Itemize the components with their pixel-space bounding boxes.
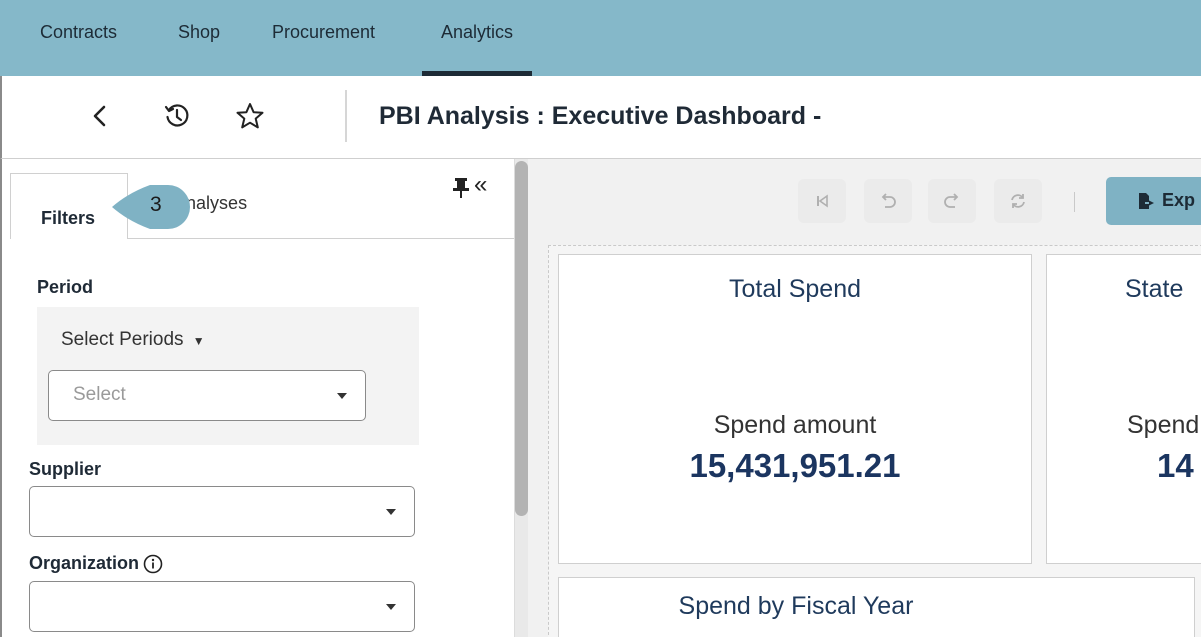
skip-first-icon	[817, 194, 828, 208]
panel-scrollbar-thumb[interactable]	[515, 161, 528, 516]
tabs-divider	[128, 238, 516, 239]
export-label: Exp	[1162, 190, 1196, 210]
chevron-left-icon	[93, 105, 106, 127]
refresh-button[interactable]	[994, 179, 1042, 223]
dashboard-area: Exp Total Spend Spend amount 15,431,951.…	[528, 159, 1201, 637]
pin-icon[interactable]	[452, 177, 470, 199]
caret-down-icon	[386, 509, 396, 515]
organization-select[interactable]	[29, 581, 415, 632]
state-card-sub: Spend	[1127, 411, 1200, 439]
step-callout-number: 3	[150, 193, 162, 216]
top-nav: Contracts Shop Procurement Analytics	[0, 0, 1201, 76]
total-spend-value: 15,431,951.21	[689, 447, 901, 484]
select-periods-dropdown[interactable]: Select Periods ▼	[61, 329, 205, 351]
toolbar-separator	[1074, 192, 1075, 212]
period-select-placeholder: Select	[73, 384, 126, 405]
state-card-title: State	[1125, 275, 1184, 303]
select-periods-label: Select Periods	[61, 329, 184, 350]
state-card-value: 14	[1157, 447, 1194, 484]
fiscal-year-card[interactable]: Spend by Fiscal Year	[558, 577, 1195, 637]
page-title: PBI Analysis : Executive Dashboard -	[379, 102, 822, 130]
period-select[interactable]: Select	[48, 370, 366, 421]
history-icon	[164, 104, 189, 127]
total-spend-sub: Spend amount	[713, 411, 877, 439]
undo-icon	[881, 193, 896, 208]
total-spend-title: Total Spend	[728, 275, 862, 303]
filter-panel: Filters owse Analyses 3 « Period Select …	[0, 159, 530, 637]
caret-down-icon: ▼	[192, 334, 205, 348]
period-label: Period	[37, 277, 94, 297]
nav-tab-shop[interactable]: Shop	[178, 0, 220, 76]
back-button[interactable]	[78, 94, 122, 138]
redo-icon	[944, 193, 959, 208]
first-page-button[interactable]	[798, 179, 846, 223]
total-spend-card[interactable]: Total Spend Spend amount 15,431,951.21	[558, 254, 1032, 564]
app-window: Contracts Shop Procurement Analytics PBI…	[0, 0, 1201, 637]
undo-button[interactable]	[864, 179, 912, 223]
star-icon	[236, 103, 264, 129]
redo-button[interactable]	[928, 179, 976, 223]
organization-label: Organization	[29, 553, 140, 573]
history-button[interactable]	[155, 94, 199, 138]
nav-tab-contracts[interactable]: Contracts	[40, 0, 117, 76]
export-icon	[1139, 193, 1154, 209]
refresh-icon	[1011, 194, 1025, 208]
nav-tab-procurement[interactable]: Procurement	[272, 0, 375, 76]
organization-label-row: Organization	[29, 553, 163, 574]
supplier-select[interactable]	[29, 486, 415, 537]
fiscal-year-title: Spend by Fiscal Year	[678, 592, 914, 620]
period-section: Select Periods ▼ Select	[37, 307, 419, 445]
info-icon[interactable]	[143, 554, 163, 574]
header-divider	[345, 90, 347, 142]
header-bar: PBI Analysis : Executive Dashboard -	[0, 76, 1201, 159]
caret-down-icon	[337, 393, 347, 399]
supplier-label: Supplier	[29, 459, 102, 479]
state-spend-card[interactable]: State Spend 14	[1046, 254, 1201, 564]
caret-down-icon	[386, 604, 396, 610]
collapse-panel-icon[interactable]: «	[474, 173, 487, 197]
nav-tab-analytics[interactable]: Analytics	[421, 0, 533, 76]
export-button[interactable]: Exp	[1106, 177, 1201, 225]
favorite-button[interactable]	[228, 94, 272, 138]
